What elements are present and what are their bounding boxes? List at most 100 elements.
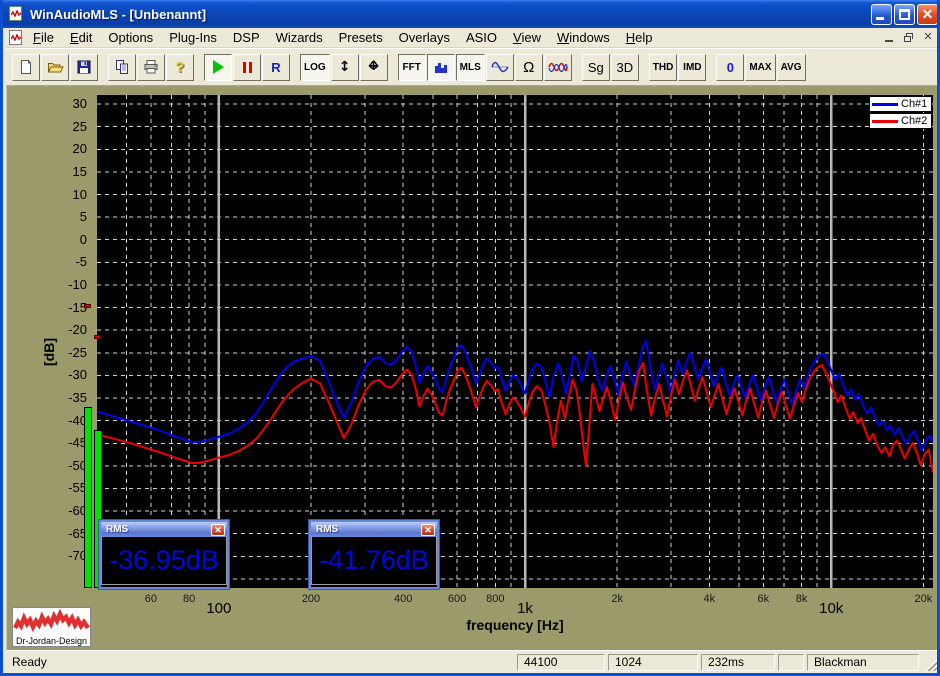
rms-window-1[interactable]: RMS ✕ -36.95dB bbox=[99, 520, 229, 589]
menu-windows[interactable]: Windows bbox=[549, 28, 618, 47]
pause-button[interactable] bbox=[233, 53, 261, 81]
spectrum-curve-ch1 bbox=[97, 340, 933, 452]
mls-button[interactable]: MLS bbox=[455, 53, 485, 81]
menu-view[interactable]: View bbox=[505, 28, 549, 47]
menu-file[interactable]: File bbox=[25, 28, 62, 47]
log-scale-button[interactable]: LOG bbox=[300, 53, 330, 81]
rms-value-1: -36.95dB bbox=[109, 545, 219, 575]
x-tick-1k: 1k bbox=[517, 600, 533, 617]
app-icon bbox=[8, 6, 26, 22]
avg-button[interactable]: AVG bbox=[776, 53, 806, 81]
thd-button[interactable]: THD bbox=[648, 53, 678, 81]
spectrum-button[interactable] bbox=[426, 53, 455, 81]
sweep-wave-icon bbox=[548, 60, 568, 74]
play-icon bbox=[212, 60, 224, 74]
new-button[interactable] bbox=[12, 53, 40, 81]
print-button[interactable] bbox=[137, 53, 165, 81]
menu-presets[interactable]: Presets bbox=[331, 28, 391, 47]
fft-button[interactable]: FFT bbox=[397, 53, 426, 81]
resize-grip[interactable] bbox=[924, 656, 937, 671]
menu-options[interactable]: Options bbox=[100, 28, 161, 47]
x-tick-20k: 20k bbox=[914, 593, 933, 605]
signal-generator-button-label: Sg bbox=[587, 59, 604, 75]
legend-line-icon bbox=[872, 119, 898, 123]
menu-wizards[interactable]: Wizards bbox=[268, 28, 331, 47]
x-tick-10k: 10k bbox=[819, 600, 844, 617]
mdi-restore-button[interactable] bbox=[901, 31, 917, 45]
impedance-button[interactable]: Ω bbox=[514, 53, 543, 81]
y-tick--20: -20 bbox=[68, 322, 87, 338]
imd-button[interactable]: IMD bbox=[678, 53, 707, 81]
peak-hold-marker-ch1 bbox=[84, 303, 91, 308]
menu-plug-ins[interactable]: Plug-Ins bbox=[161, 28, 225, 47]
minimize-button[interactable] bbox=[871, 3, 892, 25]
vertical-arrows-icon: ↕ bbox=[338, 59, 351, 75]
mdi-minimize-icon bbox=[885, 39, 893, 42]
save-icon bbox=[76, 59, 92, 75]
pause-icon bbox=[242, 61, 252, 73]
vendor-logo: Dr-Jordan-Design bbox=[12, 607, 91, 647]
rms-window-1-close-button[interactable]: ✕ bbox=[211, 523, 225, 536]
mls-button-label: MLS bbox=[459, 61, 481, 73]
sine-wave-icon bbox=[491, 60, 509, 74]
y-tick--15: -15 bbox=[68, 299, 87, 315]
max-button[interactable]: MAX bbox=[745, 53, 776, 81]
close-icon: ✕ bbox=[424, 524, 432, 535]
help-button[interactable]: ? bbox=[166, 53, 194, 81]
mdi-minimize-button[interactable] bbox=[882, 31, 898, 45]
record-button[interactable]: R bbox=[262, 53, 290, 81]
y-tick--10: -10 bbox=[68, 276, 87, 292]
spectrum-plot[interactable]: Ch#1 Ch#2 bbox=[97, 95, 933, 588]
signal-generator-button[interactable]: Sg bbox=[581, 53, 610, 81]
rms-window-2-titlebar[interactable]: RMS ✕ bbox=[311, 522, 437, 537]
mdi-close-button[interactable]: ✕ bbox=[920, 31, 936, 45]
legend-label: Ch#2 bbox=[901, 115, 928, 127]
menu-asio[interactable]: ASIO bbox=[458, 28, 505, 47]
sweep-button[interactable] bbox=[543, 53, 572, 81]
toolbar-group: 0 MAX AVG bbox=[716, 53, 806, 81]
pan-button[interactable]: ↔ ↕ bbox=[359, 53, 388, 81]
analyzer-client-area: [dB] 30 25 20 15 10 5 0 -5 -10 -15 -20 -25 -30 -35 -40… bbox=[6, 86, 937, 650]
status-bar: Ready 44100 1024 232ms Blackman bbox=[6, 650, 937, 673]
document-icon[interactable] bbox=[8, 30, 25, 45]
open-button[interactable] bbox=[41, 53, 69, 81]
maximize-icon bbox=[899, 8, 910, 20]
rms-window-2-close-button[interactable]: ✕ bbox=[421, 523, 435, 536]
rms-window-2-body: -41.76dB bbox=[311, 537, 437, 585]
toolbar-group: Sg 3D bbox=[581, 53, 640, 81]
sine-button[interactable] bbox=[485, 53, 514, 81]
level-meter-ch1 bbox=[84, 407, 92, 588]
menu-edit[interactable]: Edit bbox=[62, 28, 100, 47]
menu-help[interactable]: Help bbox=[618, 28, 661, 47]
record-button-label: R bbox=[271, 59, 281, 75]
toolbar: ? R LOG ↕ ↔ ↕ FFT MLS Ω Sg 3D THD IMD 0 MAX AVG bbox=[6, 48, 937, 86]
maximize-button[interactable] bbox=[894, 3, 915, 25]
title-bar[interactable]: WinAudioMLS - [Unbenannt] ✕ bbox=[3, 0, 937, 28]
avg-button-label: AVG bbox=[780, 61, 802, 73]
menu-dsp[interactable]: DSP bbox=[225, 28, 268, 47]
play-button[interactable] bbox=[204, 53, 232, 81]
legend-line-icon bbox=[872, 102, 898, 106]
rms-window-2-title: RMS bbox=[316, 524, 339, 535]
y-tick-5: 5 bbox=[79, 209, 87, 225]
close-button[interactable]: ✕ bbox=[917, 3, 937, 25]
logo-waveform-icon bbox=[12, 608, 90, 633]
3d-button[interactable]: 3D bbox=[610, 53, 639, 81]
menu-overlays[interactable]: Overlays bbox=[391, 28, 458, 47]
x-axis-title: frequency [Hz] bbox=[466, 617, 564, 633]
vertical-zoom-button[interactable]: ↕ bbox=[330, 53, 359, 81]
rms-window-2[interactable]: RMS ✕ -41.76dB bbox=[309, 520, 439, 589]
y-tick--40: -40 bbox=[68, 412, 87, 428]
copy-button[interactable] bbox=[108, 53, 136, 81]
rms-window-1-titlebar[interactable]: RMS ✕ bbox=[101, 522, 227, 537]
save-button[interactable] bbox=[70, 53, 98, 81]
move-icon: ↔ ↕ bbox=[368, 59, 380, 74]
close-icon: ✕ bbox=[214, 524, 222, 535]
status-message: Ready bbox=[12, 655, 47, 669]
x-tick-400: 400 bbox=[393, 593, 413, 605]
spectrum-bars-icon bbox=[433, 60, 449, 75]
imd-button-label: IMD bbox=[683, 61, 702, 73]
max-button-label: MAX bbox=[749, 61, 772, 73]
y-tick--65: -65 bbox=[68, 525, 87, 541]
zero-button[interactable]: 0 bbox=[716, 53, 745, 81]
